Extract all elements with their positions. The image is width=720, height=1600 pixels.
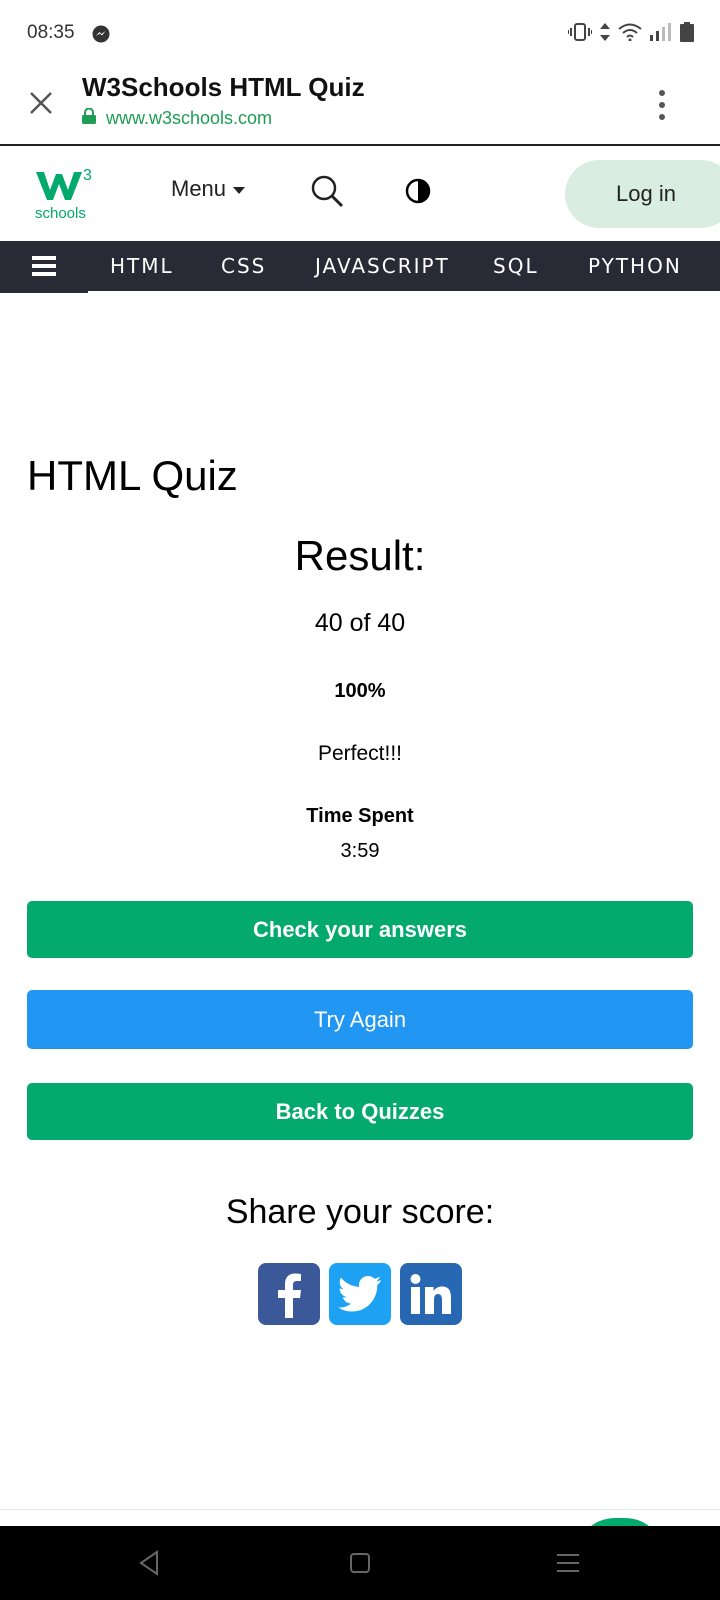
login-button[interactable]: Log in bbox=[565, 160, 720, 228]
data-arrows-icon bbox=[600, 23, 610, 46]
linkedin-icon[interactable] bbox=[400, 1263, 462, 1325]
home-nav-icon[interactable] bbox=[345, 1548, 375, 1578]
score-verdict: Perfect!!! bbox=[317, 742, 403, 765]
search-icon[interactable] bbox=[310, 174, 346, 210]
kebab-menu-icon[interactable] bbox=[652, 88, 672, 122]
menu-label: Menu bbox=[171, 176, 227, 201]
footer-divider bbox=[0, 1509, 720, 1510]
logo-text: schools bbox=[35, 205, 86, 222]
system-nav-bar bbox=[0, 1526, 720, 1600]
close-icon[interactable] bbox=[26, 88, 56, 118]
time-spent-value: 3:59 bbox=[340, 840, 380, 862]
time-spent-label: Time Spent bbox=[306, 805, 414, 827]
w3schools-logo[interactable]: 3 schools bbox=[32, 160, 100, 222]
nav-python[interactable]: PYTHON bbox=[588, 254, 682, 278]
site-header: 3 schools Menu Log in bbox=[0, 146, 720, 241]
page-title: HTML Quiz bbox=[27, 452, 238, 499]
twitter-icon[interactable] bbox=[329, 1263, 391, 1325]
logo-superscript: 3 bbox=[83, 167, 92, 184]
status-bar: 08:35 bbox=[0, 0, 720, 64]
system-icons bbox=[567, 22, 694, 47]
try-again-button[interactable]: Try Again bbox=[27, 990, 693, 1049]
messenger-icon bbox=[92, 25, 110, 48]
hamburger-menu-icon[interactable] bbox=[0, 241, 88, 292]
recents-nav-icon[interactable] bbox=[553, 1548, 583, 1578]
nav-javascript[interactable]: JAVASCRIPT bbox=[315, 254, 450, 278]
vibrate-icon bbox=[567, 23, 593, 46]
score-percent: 100% bbox=[334, 680, 386, 702]
back-nav-icon[interactable] bbox=[135, 1548, 165, 1578]
battery-icon bbox=[680, 22, 694, 47]
score-text: 40 of 40 bbox=[314, 609, 406, 637]
back-to-quizzes-button[interactable]: Back to Quizzes bbox=[27, 1083, 693, 1140]
topic-nav: HTML CSS JAVASCRIPT SQL PYTHON bbox=[0, 241, 720, 292]
nav-sql[interactable]: SQL bbox=[493, 254, 539, 278]
custom-tab-header: W3Schools HTML Quiz www.w3schools.com bbox=[0, 64, 720, 146]
facebook-icon[interactable] bbox=[258, 1263, 320, 1325]
nav-css[interactable]: CSS bbox=[221, 254, 266, 278]
tab-url-text: www.w3schools.com bbox=[106, 108, 273, 128]
status-time: 08:35 bbox=[27, 22, 75, 43]
share-buttons bbox=[258, 1263, 462, 1325]
check-answers-button[interactable]: Check your answers bbox=[27, 901, 693, 958]
signal-icon bbox=[650, 23, 672, 46]
result-heading: Result: bbox=[294, 532, 426, 579]
share-heading: Share your score: bbox=[225, 1193, 495, 1231]
nav-active-indicator bbox=[0, 291, 88, 293]
wifi-icon bbox=[618, 23, 642, 46]
tab-title: W3Schools HTML Quiz bbox=[82, 72, 365, 102]
lock-icon bbox=[82, 107, 96, 129]
caret-down-icon bbox=[232, 176, 246, 202]
tab-url: www.w3schools.com bbox=[82, 107, 273, 129]
contrast-toggle-icon[interactable] bbox=[405, 178, 431, 204]
menu-button[interactable]: Menu bbox=[171, 176, 246, 202]
nav-html[interactable]: HTML bbox=[110, 254, 174, 278]
